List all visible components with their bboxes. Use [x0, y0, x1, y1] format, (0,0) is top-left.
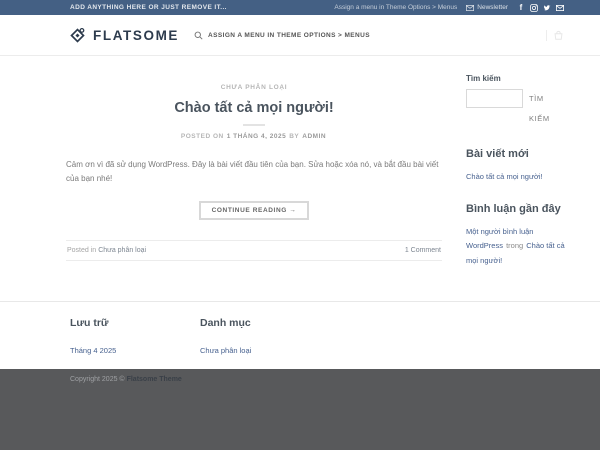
recent-comments-title: Bình luận gần đây — [466, 202, 566, 216]
footer-widgets: Lưu trữ Tháng 4 2025 Danh mục Chưa phân … — [0, 301, 600, 369]
footer-category-link[interactable]: Chưa phân loại — [200, 346, 251, 355]
meta-by: BY — [289, 133, 299, 140]
recent-posts-title: Bài viết mới — [466, 147, 566, 161]
meta-date-link[interactable]: 1 THÁNG 4, 2025 — [227, 133, 287, 140]
post-category-link[interactable]: CHƯA PHÂN LOẠI — [221, 84, 288, 91]
footer-archive-link[interactable]: Tháng 4 2025 — [70, 346, 116, 355]
main-content: CHƯA PHÂN LOẠI Chào tất cả mọi người! PO… — [0, 56, 600, 301]
flatsome-gem-icon — [68, 26, 87, 45]
posted-in: Posted inChưa phân loại — [67, 247, 146, 254]
newsletter-link[interactable]: Newsletter — [466, 4, 508, 11]
social-icons: f — [517, 4, 564, 12]
comments-link[interactable]: 1 Comment — [405, 247, 441, 254]
page: ADD ANYTHING HERE OR JUST REMOVE IT... A… — [0, 0, 600, 450]
post-header: CHƯA PHÂN LOẠI Chào tất cả mọi người! PO… — [66, 70, 442, 140]
twitter-icon[interactable] — [543, 4, 551, 12]
header-menu[interactable]: ASSIGN A MENU IN THEME OPTIONS > MENUS — [194, 31, 370, 40]
post-title-link[interactable]: Chào tất cả mọi người! — [66, 100, 442, 116]
post-footer-meta: Posted inChưa phân loại 1 Comment — [66, 240, 442, 261]
recent-comment: Một người bình luận WordPress trong Chào… — [466, 225, 566, 268]
post-article: CHƯA PHÂN LOẠI Chào tất cả mọi người! PO… — [66, 70, 442, 301]
title-divider — [243, 124, 265, 126]
site-header: FLATSOME ASSIGN A MENU IN THEME OPTIONS … — [0, 15, 600, 56]
absolute-footer: Copyright 2025 ©Flatsome Theme — [0, 369, 600, 450]
cart-icon[interactable] — [553, 30, 564, 41]
sidebar: Tìm kiếm TÌM KIẾM Bài viết mới Chào tất … — [466, 70, 566, 301]
newsletter-envelope-icon — [466, 5, 474, 11]
header-divider — [546, 30, 547, 41]
comment-connector: trong — [506, 241, 523, 250]
recent-post-link[interactable]: Chào tất cả mọi người! — [466, 170, 566, 184]
posted-in-category-link[interactable]: Chưa phân loại — [98, 247, 146, 254]
facebook-icon[interactable]: f — [517, 4, 525, 12]
sidebar-search-input[interactable] — [466, 89, 523, 108]
sidebar-search-label: Tìm kiếm — [466, 74, 566, 83]
posted-in-label: Posted in — [67, 247, 96, 254]
search-icon — [194, 31, 203, 40]
email-icon[interactable] — [556, 4, 564, 12]
footer-archives-title: Lưu trữ — [70, 317, 200, 329]
logo-text: FLATSOME — [93, 28, 179, 43]
header-menu-note: ASSIGN A MENU IN THEME OPTIONS > MENUS — [208, 32, 370, 39]
topbar-menu-note[interactable]: Assign a menu in Theme Options > Menus — [334, 4, 457, 11]
meta-posted-on: POSTED ON — [181, 133, 224, 140]
continue-reading-button[interactable]: CONTINUE READING → — [199, 201, 310, 220]
copyright-text: Copyright 2025 © — [70, 376, 125, 383]
top-bar: ADD ANYTHING HERE OR JUST REMOVE IT... A… — [0, 0, 600, 15]
post-excerpt: Cảm ơn vì đã sử dụng WordPress. Đây là b… — [66, 158, 442, 186]
site-logo[interactable]: FLATSOME — [68, 26, 179, 45]
sidebar-search-form: TÌM KIẾM — [466, 89, 566, 129]
footer-categories-title: Danh mục — [200, 317, 330, 329]
topbar-right: Assign a menu in Theme Options > Menus N… — [334, 4, 564, 12]
header-right — [546, 15, 564, 55]
comment-author-link[interactable]: Một người bình luận WordPress — [466, 227, 533, 250]
meta-author-link[interactable]: ADMIN — [302, 133, 326, 140]
instagram-icon[interactable] — [530, 4, 538, 12]
topbar-message: ADD ANYTHING HERE OR JUST REMOVE IT... — [70, 4, 227, 11]
post-meta: POSTED ON1 THÁNG 4, 2025BYADMIN — [66, 133, 442, 140]
copyright-brand-link[interactable]: Flatsome Theme — [127, 376, 182, 383]
footer-archives-column: Lưu trữ Tháng 4 2025 — [70, 317, 200, 369]
continue-reading-row: CONTINUE READING → — [66, 199, 442, 220]
sidebar-search-button[interactable]: TÌM KIẾM — [523, 89, 559, 129]
footer-categories-column: Danh mục Chưa phân loại — [200, 317, 330, 369]
newsletter-label: Newsletter — [477, 4, 508, 11]
